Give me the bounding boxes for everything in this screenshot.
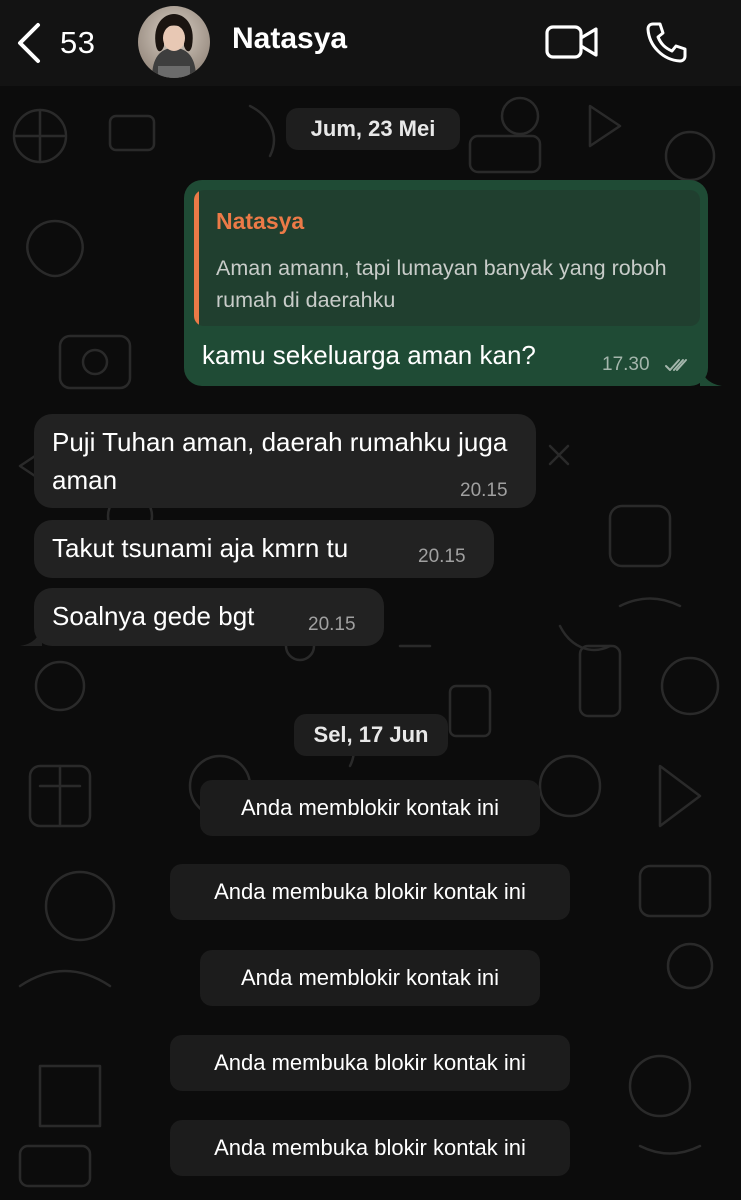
- incoming-message[interactable]: Puji Tuhan aman, daerah rumahku juga ama…: [34, 414, 536, 508]
- video-camera-icon: [545, 25, 598, 59]
- avatar-photo: [138, 6, 210, 78]
- chat-header: 53 Natasya: [0, 0, 741, 86]
- message-text: Puji Tuhan aman, daerah rumahku juga ama…: [52, 427, 508, 495]
- message-time: 17.30: [602, 354, 650, 375]
- system-notice: Anda membuka blokir kontak ini: [170, 864, 570, 920]
- voice-call-button[interactable]: [644, 20, 688, 64]
- outgoing-message[interactable]: Natasya Aman amann, tapi lumayan banyak …: [184, 180, 708, 386]
- incoming-message[interactable]: Soalnya gede bgt 20.15: [34, 588, 384, 646]
- message-time: 20.15: [460, 480, 508, 501]
- message-time: 20.15: [308, 614, 356, 635]
- unread-count: 53: [60, 25, 96, 60]
- system-notice: Anda membuka blokir kontak ini: [170, 1035, 570, 1091]
- contact-name[interactable]: Natasya: [232, 22, 347, 56]
- video-call-button[interactable]: [544, 22, 600, 62]
- chat-screen: 53 Natasya Jum, 23 Mei Natasya Aman aman…: [0, 0, 741, 1200]
- date-chip: Jum, 23 Mei: [286, 108, 460, 150]
- system-notice: Anda memblokir kontak ini: [200, 780, 540, 836]
- quote-accent-bar: [194, 190, 199, 326]
- date-chip: Sel, 17 Jun: [294, 714, 448, 756]
- message-time: 20.15: [418, 546, 466, 567]
- quote-text: Aman amann, tapi lumayan banyak yang rob…: [216, 256, 667, 312]
- phone-icon: [646, 22, 687, 63]
- double-check-icon: [665, 359, 687, 371]
- system-notice: Anda membuka blokir kontak ini: [170, 1120, 570, 1176]
- message-text: kamu sekeluarga aman kan?: [202, 340, 536, 370]
- message-text: Soalnya gede bgt: [52, 601, 255, 631]
- quote-author: Natasya: [216, 208, 305, 234]
- contact-avatar[interactable]: [138, 6, 210, 78]
- system-notice: Anda memblokir kontak ini: [200, 950, 540, 1006]
- quoted-message[interactable]: Natasya Aman amann, tapi lumayan banyak …: [194, 190, 700, 326]
- incoming-message[interactable]: Takut tsunami aja kmrn tu 20.15: [34, 520, 494, 578]
- chevron-left-icon: [18, 23, 40, 63]
- back-button[interactable]: 53: [14, 18, 95, 68]
- message-text: Takut tsunami aja kmrn tu: [52, 533, 349, 563]
